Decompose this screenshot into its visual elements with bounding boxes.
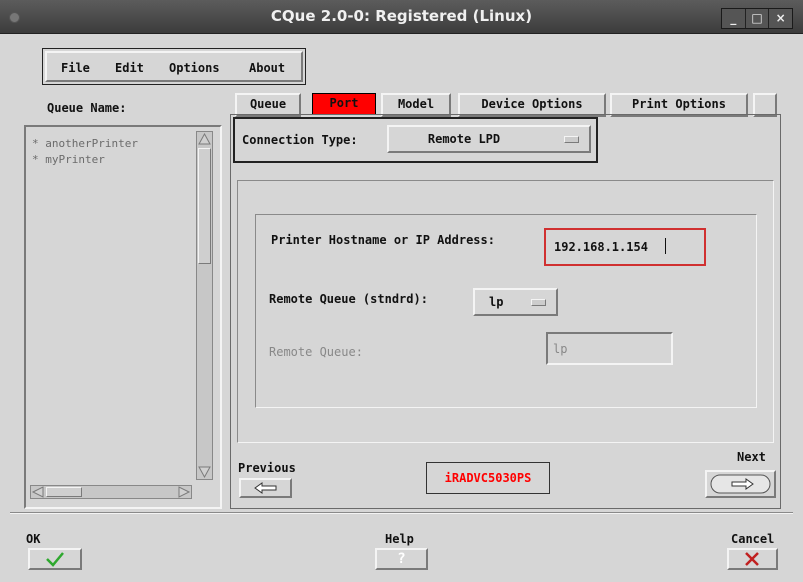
hostname-input[interactable]: 192.168.1.154 bbox=[544, 228, 706, 266]
vertical-scroll-thumb[interactable] bbox=[198, 148, 211, 264]
next-label: Next bbox=[737, 450, 766, 464]
remote-queue-input: lp bbox=[546, 332, 673, 365]
queue-name-label: Queue Name: bbox=[47, 101, 127, 115]
scroll-up-icon[interactable] bbox=[197, 132, 212, 146]
ok-button[interactable] bbox=[28, 548, 82, 570]
scroll-left-icon[interactable] bbox=[31, 486, 45, 498]
x-icon bbox=[745, 552, 759, 566]
queue-listbox[interactable]: * anotherPrinter * myPrinter bbox=[24, 125, 222, 509]
right-arrow-icon bbox=[710, 474, 771, 494]
connection-type-box: Connection Type: Remote LPD bbox=[233, 117, 598, 163]
window-controls: _ □ × bbox=[721, 8, 793, 29]
remote-queue-std-label: Remote Queue (stndrd): bbox=[269, 292, 428, 306]
menu-bar-inner: File Edit Options About bbox=[45, 51, 303, 82]
remote-queue-label: Remote Queue: bbox=[269, 345, 363, 359]
bullet: * bbox=[32, 153, 39, 166]
previous-label: Previous bbox=[238, 461, 296, 475]
question-icon: ? bbox=[397, 551, 406, 567]
menu-about[interactable]: About bbox=[249, 61, 285, 75]
menu-edit[interactable]: Edit bbox=[115, 61, 144, 75]
horizontal-scroll-thumb[interactable] bbox=[46, 487, 82, 497]
next-button[interactable] bbox=[705, 470, 776, 498]
option-menu-icon bbox=[531, 299, 546, 306]
scroll-down-icon[interactable] bbox=[197, 465, 212, 479]
hostname-value: 192.168.1.154 bbox=[554, 240, 648, 254]
check-icon bbox=[46, 552, 64, 567]
window-title: CQue 2.0-0: Registered (Linux) bbox=[270, 7, 533, 25]
queue-list-item[interactable]: * anotherPrinter bbox=[32, 137, 138, 150]
menu-options[interactable]: Options bbox=[169, 61, 220, 75]
help-button[interactable]: ? bbox=[375, 548, 428, 570]
footer-divider bbox=[10, 512, 793, 514]
menu-bar: File Edit Options About bbox=[42, 48, 306, 85]
connection-type-select[interactable]: Remote LPD bbox=[387, 125, 591, 153]
title-bar[interactable]: CQue 2.0-0: Registered (Linux) _ □ × bbox=[0, 0, 803, 34]
ok-label: OK bbox=[26, 532, 41, 546]
connection-type-label: Connection Type: bbox=[242, 133, 358, 147]
help-label: Help bbox=[385, 532, 414, 546]
text-cursor bbox=[665, 238, 666, 254]
queue-item-label: myPrinter bbox=[45, 153, 105, 166]
tab-port[interactable]: Port bbox=[312, 93, 376, 115]
model-indicator: iRADVC5030PS bbox=[426, 462, 550, 494]
cque-window: CQue 2.0-0: Registered (Linux) _ □ × Fil… bbox=[0, 0, 803, 582]
option-menu-icon bbox=[564, 136, 579, 143]
menu-file[interactable]: File bbox=[61, 61, 90, 75]
previous-button[interactable] bbox=[239, 478, 292, 498]
hostname-label: Printer Hostname or IP Address: bbox=[271, 233, 495, 247]
remote-queue-value: lp bbox=[553, 342, 568, 356]
queue-list-item[interactable]: * myPrinter bbox=[32, 153, 105, 166]
remote-queue-std-select[interactable]: lp bbox=[473, 288, 558, 316]
close-button[interactable]: × bbox=[769, 9, 792, 28]
remote-queue-std-value: lp bbox=[489, 295, 504, 309]
left-arrow-icon bbox=[254, 482, 277, 494]
queue-item-label: anotherPrinter bbox=[45, 137, 138, 150]
maximize-button[interactable]: □ bbox=[746, 9, 770, 28]
bullet: * bbox=[32, 137, 39, 150]
cancel-button[interactable] bbox=[727, 548, 778, 570]
connection-type-value: Remote LPD bbox=[427, 132, 501, 146]
horizontal-scrollbar[interactable] bbox=[30, 485, 192, 499]
minimize-button[interactable]: _ bbox=[722, 9, 746, 28]
cancel-label: Cancel bbox=[731, 532, 775, 546]
vertical-scrollbar[interactable] bbox=[196, 131, 213, 480]
scroll-right-icon[interactable] bbox=[177, 486, 191, 498]
